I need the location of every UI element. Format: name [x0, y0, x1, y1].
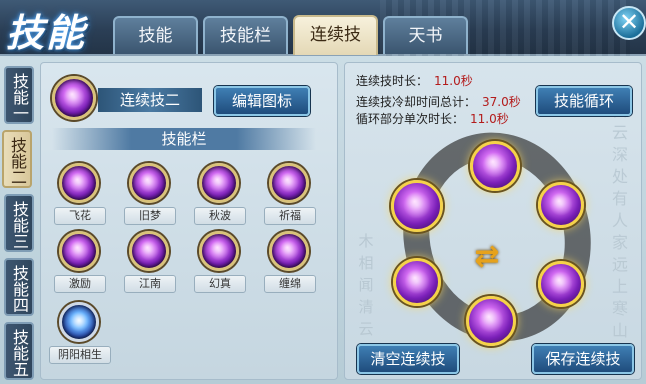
wave-skill-icon[interactable] — [199, 163, 239, 203]
crystal-icon[interactable] — [199, 231, 239, 271]
bloom-icon[interactable] — [59, 231, 99, 271]
combo-slot-3[interactable] — [538, 261, 584, 307]
lotus-icon[interactable] — [269, 163, 309, 203]
calligraphy-decoration-2: 木相闻清云 — [358, 232, 374, 338]
tab-skill-bar[interactable]: 技能栏 — [203, 16, 288, 54]
tab-combo[interactable]: 连续技 — [293, 15, 378, 55]
side-tab-skill-5[interactable]: 技能五 — [4, 322, 34, 380]
skill-label-huanzhen: 幻真 — [194, 275, 246, 293]
skill-cycle-button[interactable]: 技能循环 — [536, 86, 632, 116]
yinyang-ring-icon[interactable] — [59, 302, 99, 342]
skill-label-feihua: 飞花 — [54, 207, 106, 225]
edit-icon-button[interactable]: 编辑图标 — [214, 86, 310, 116]
skill-label-chanmian: 缠绵 — [264, 275, 316, 293]
skill-label-qiubo: 秋波 — [194, 207, 246, 225]
tab-skills[interactable]: 技能 — [113, 16, 198, 54]
side-tab-skill-3[interactable]: 技能三 — [4, 194, 34, 252]
close-button[interactable]: ✕ — [612, 6, 646, 40]
swap-arrows-icon[interactable]: ⇄ — [470, 240, 504, 274]
calligraphy-decoration: 白云深处有人家远上寒山 — [611, 101, 628, 340]
combo-slot-1[interactable] — [470, 141, 520, 191]
side-tab-skill-2[interactable]: 技能二 — [2, 130, 32, 188]
close-icon: ✕ — [618, 8, 640, 36]
window-title: 技能 — [6, 10, 87, 55]
thread-icon[interactable] — [269, 231, 309, 271]
tab-heavenly-book[interactable]: 天书 — [383, 16, 468, 54]
combo-duration: 连续技时长： 11.0秒 — [356, 74, 473, 88]
light-pillar-icon[interactable] — [129, 163, 169, 203]
combo-slot-6[interactable] — [391, 180, 443, 232]
loop-duration: 循环部分单次时长： 11.0秒 — [356, 112, 509, 126]
skill-label-jiumeng: 旧梦 — [124, 207, 176, 225]
combo-slot-2[interactable] — [538, 182, 584, 228]
combo-cooldown: 连续技冷却时间总计： 37.0秒 — [356, 95, 521, 109]
clear-combo-button[interactable]: 清空连续技 — [357, 344, 459, 374]
combo-name: 连续技二 — [98, 88, 202, 112]
skill-label-jiangnan: 江南 — [124, 275, 176, 293]
combo-icon[interactable] — [52, 76, 96, 120]
petal-skill-icon[interactable] — [59, 163, 99, 203]
save-combo-button[interactable]: 保存连续技 — [532, 344, 634, 374]
skill-bar-header: 技能栏 — [52, 128, 316, 150]
skill-label-yinyang: 阴阳相生 — [49, 346, 111, 364]
combo-slot-4[interactable] — [466, 296, 516, 346]
side-tab-skill-1[interactable]: 技能一 — [4, 66, 34, 124]
combo-slot-5[interactable] — [393, 258, 441, 306]
skill-label-qifu: 祈福 — [264, 207, 316, 225]
stream-icon[interactable] — [129, 231, 169, 271]
side-tab-skill-4[interactable]: 技能四 — [4, 258, 34, 316]
skill-label-jili: 激励 — [54, 275, 106, 293]
